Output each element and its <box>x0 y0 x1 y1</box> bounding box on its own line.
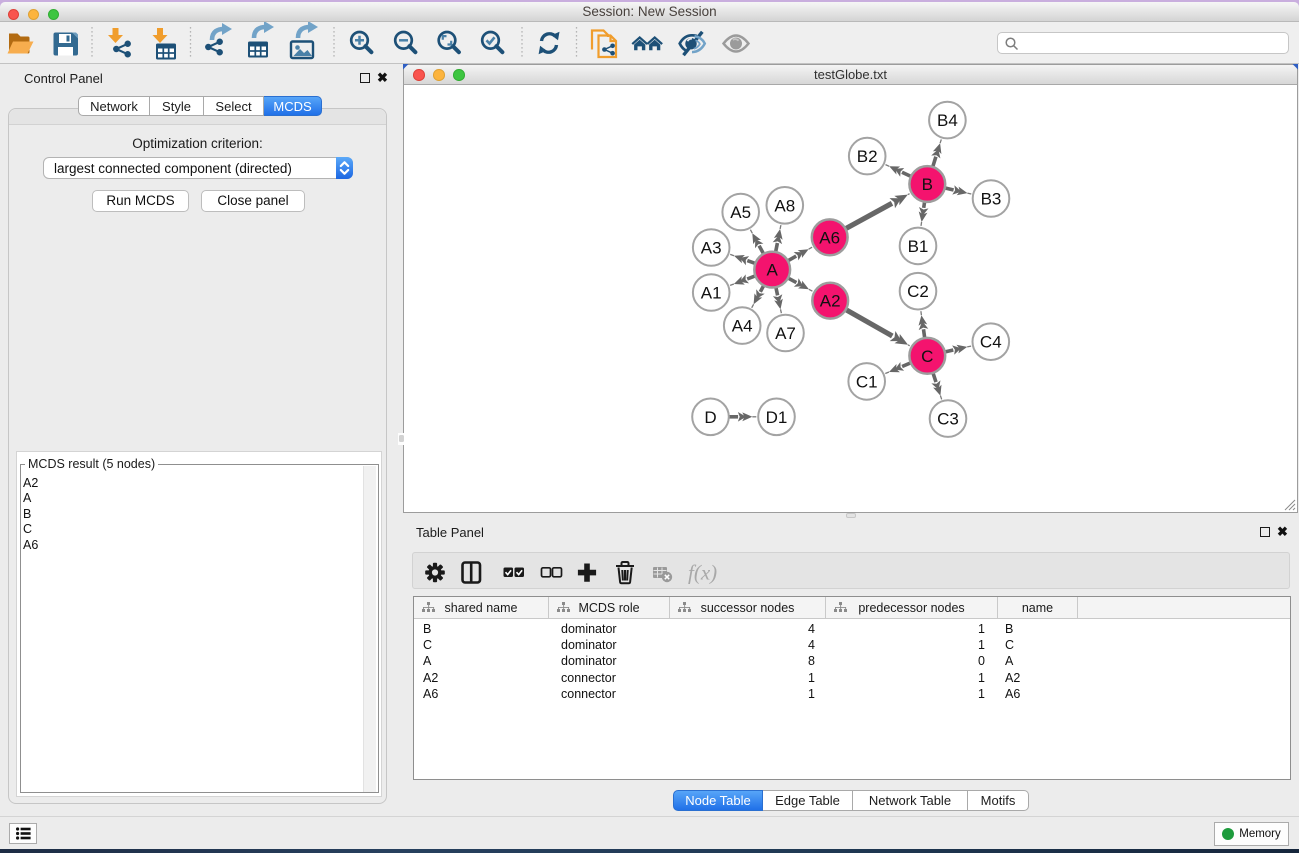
svg-text:C2: C2 <box>907 282 929 301</box>
svg-text:A3: A3 <box>701 239 722 258</box>
svg-text:C: C <box>921 347 933 366</box>
svg-text:A7: A7 <box>775 324 796 343</box>
svg-text:B4: B4 <box>937 111 958 130</box>
svg-text:A6: A6 <box>819 228 840 247</box>
svg-text:B3: B3 <box>981 190 1002 209</box>
svg-text:B1: B1 <box>908 237 929 256</box>
svg-text:A1: A1 <box>701 284 722 303</box>
svg-text:B2: B2 <box>857 147 878 166</box>
svg-text:D: D <box>704 408 716 427</box>
svg-text:C3: C3 <box>937 410 959 429</box>
svg-text:A8: A8 <box>774 196 795 215</box>
svg-text:C1: C1 <box>856 372 878 391</box>
svg-text:A: A <box>767 261 779 280</box>
svg-text:A4: A4 <box>732 317 753 336</box>
svg-text:A5: A5 <box>730 203 751 222</box>
svg-text:D1: D1 <box>766 408 788 427</box>
svg-text:C4: C4 <box>980 333 1002 352</box>
svg-text:B: B <box>922 175 933 194</box>
svg-text:f(x): f(x) <box>688 561 717 585</box>
svg-text:A2: A2 <box>820 292 841 311</box>
